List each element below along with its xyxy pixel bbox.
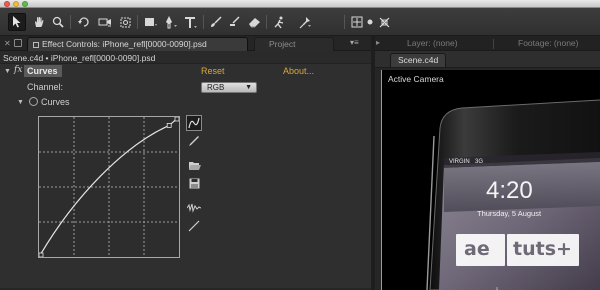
pan-behind-tool-icon[interactable] (117, 13, 133, 31)
axis-mode-icon[interactable] (350, 13, 364, 31)
tab-effect-controls-label: Effect Controls: iPhone_refl[0000-0090].… (42, 39, 207, 49)
lock-date: Thursday, 5 August (477, 209, 542, 218)
effect-controls-tab-bar: ✕ Effect Controls: iPhone_refl[0000-0090… (0, 36, 371, 51)
local-axis-icon[interactable] (366, 13, 374, 31)
puppet-pin-tool-icon[interactable] (297, 13, 313, 31)
rectangle-tool-icon[interactable] (142, 13, 160, 31)
active-camera-label: Active Camera (388, 74, 444, 84)
fx-icon[interactable]: fx (14, 65, 22, 75)
type-tool-icon[interactable] (182, 13, 200, 31)
composition-panel: ▸ Layer: (none) Footage: (none) Scene.c4… (375, 36, 600, 290)
stopwatch-icon[interactable] (29, 97, 38, 106)
viewer-tab-bar: ▸ Layer: (none) Footage: (none) (375, 36, 600, 51)
tab-composition-scene[interactable]: Scene.c4d (390, 53, 446, 67)
brush-tool-icon[interactable] (208, 13, 224, 31)
smooth-icon[interactable] (186, 200, 202, 216)
carrier-text: VIRGIN (449, 159, 470, 165)
curve-control-point[interactable] (39, 252, 44, 257)
orbit-camera-tool-icon[interactable] (95, 13, 115, 31)
ae-logo: ae (464, 238, 490, 260)
clone-stamp-tool-icon[interactable] (227, 13, 243, 31)
effect-name[interactable]: Curves (24, 65, 62, 77)
chevron-down-icon: ▼ (245, 84, 252, 91)
tab-project[interactable]: Project (254, 37, 334, 51)
curves-graph[interactable] (38, 116, 180, 258)
zoom-tool-icon[interactable] (50, 13, 66, 31)
panel-menu-icon[interactable]: ▾≡ (350, 38, 359, 47)
panel-menu-icon[interactable]: ▸ (376, 38, 380, 47)
reset-line-icon[interactable] (186, 218, 202, 234)
effect-controls-panel: ✕ Effect Controls: iPhone_refl[0000-0090… (0, 36, 371, 290)
curves-effect-header: ▼ fx Curves Reset About... (0, 65, 371, 79)
bezier-curve-icon[interactable] (186, 115, 202, 131)
reset-link[interactable]: Reset (201, 66, 225, 76)
lock-time: 4:20 (486, 177, 533, 204)
zoom-window-button[interactable] (22, 1, 28, 7)
tab-separator (493, 39, 494, 49)
pen-tool-icon[interactable] (162, 13, 180, 31)
tools-toolbar (0, 8, 600, 36)
rotate-tool-icon[interactable] (76, 13, 92, 31)
roto-brush-tool-icon[interactable] (271, 13, 287, 31)
pencil-icon[interactable] (186, 133, 202, 149)
tuts-logo: tuts+ (513, 238, 572, 260)
minimize-window-button[interactable] (13, 1, 19, 7)
tab-project-label: Project (269, 39, 296, 49)
panel-square-icon (33, 42, 39, 48)
tab-effect-controls[interactable]: Effect Controls: iPhone_refl[0000-0090].… (27, 37, 248, 51)
selection-tool-icon[interactable] (8, 13, 26, 31)
layer-breadcrumb: Scene.c4d • iPhone_refl[0000-0090].psd (0, 51, 371, 64)
curves-property-label: Curves (41, 97, 70, 107)
hand-tool-icon[interactable] (31, 13, 47, 31)
expand-triangle-icon[interactable]: ▼ (17, 99, 24, 106)
folder-open-icon[interactable] (186, 157, 202, 173)
channel-label: Channel: (27, 82, 64, 92)
eraser-tool-icon[interactable] (246, 13, 262, 31)
curves-property-row: ▼ Curves (0, 96, 371, 110)
tab-layer[interactable]: Layer: (none) (407, 38, 458, 48)
about-link[interactable]: About... (283, 66, 314, 76)
world-axis-icon[interactable] (378, 13, 390, 31)
expand-triangle-icon[interactable]: ▼ (4, 68, 11, 75)
tab-footage[interactable]: Footage: (none) (518, 38, 578, 48)
channel-row: Channel: RGB ▼ (0, 81, 371, 95)
composition-viewer[interactable]: VIRGIN 3G 4:20 Thursday, 5 August ae tut… (381, 70, 600, 290)
close-window-button[interactable] (4, 1, 10, 7)
save-icon[interactable] (186, 175, 202, 191)
curves-grid (39, 117, 179, 257)
window-title-bar (0, 0, 600, 8)
composition-tab-bar: Scene.c4d (375, 51, 600, 68)
curve-control-point[interactable] (166, 123, 172, 128)
close-panel-icon[interactable]: ✕ (4, 39, 11, 48)
channel-select[interactable]: RGB ▼ (201, 82, 257, 93)
network-text: 3G (475, 159, 484, 165)
lock-panel-icon[interactable] (14, 39, 22, 47)
channel-select-value: RGB (207, 83, 225, 92)
curve-control-point[interactable] (174, 117, 179, 122)
tab-composition-scene-label: Scene.c4d (398, 55, 439, 65)
